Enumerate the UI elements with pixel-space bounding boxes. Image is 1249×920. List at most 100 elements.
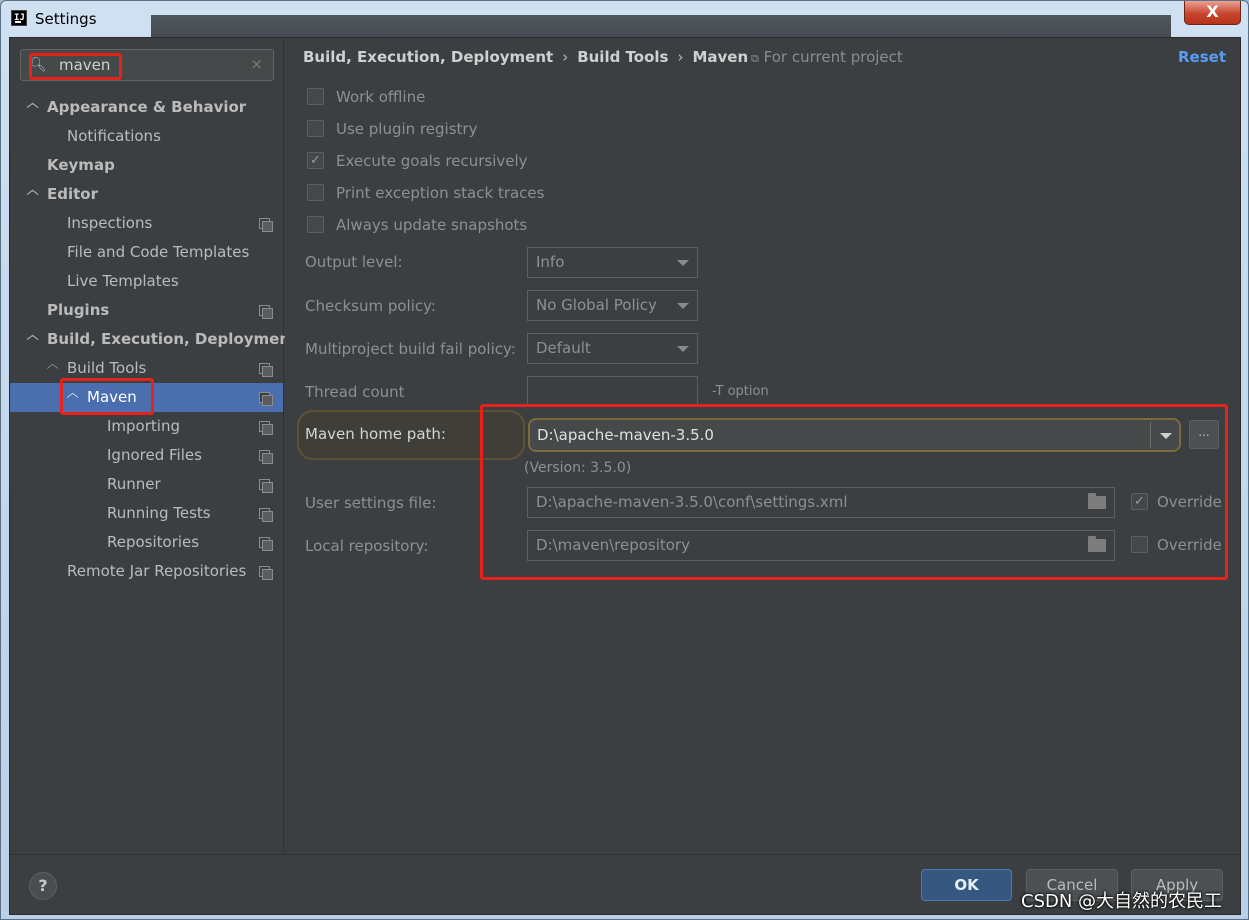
project-scope-icon [259, 392, 273, 406]
sidebar-item-label: Ignored Files [107, 446, 202, 464]
sidebar-item-keymap[interactable]: Keymap [10, 151, 283, 180]
maven-home-path-value: D:\apache-maven-3.5.0 [537, 426, 714, 444]
sidebar-item-live-templates[interactable]: Live Templates [10, 267, 283, 296]
folder-icon[interactable] [1088, 536, 1106, 552]
ok-button[interactable]: OK [921, 869, 1012, 901]
breadcrumb-separator: › [677, 48, 684, 66]
sidebar-item-running-tests[interactable]: Running Tests [10, 499, 283, 528]
sidebar-item-file-and-code-templates[interactable]: File and Code Templates [10, 238, 283, 267]
sidebar-item-build-tools[interactable]: ⌵ Build Tools [10, 354, 283, 383]
checkbox[interactable] [307, 216, 324, 233]
sidebar-item-inspections[interactable]: Inspections [10, 209, 283, 238]
user-settings-file-label: User settings file: [305, 494, 437, 512]
user-settings-file-input[interactable]: D:\apache-maven-3.5.0\conf\settings.xml [527, 487, 1115, 518]
chevron-down-icon[interactable]: ⌵ [67, 382, 79, 411]
checkbox[interactable] [307, 88, 324, 105]
sidebar-item-importing[interactable]: Importing [10, 412, 283, 441]
search-icon[interactable]: 🔍︎ [29, 57, 47, 73]
output-level-label: Output level: [305, 253, 403, 271]
maven-home-path-label: Maven home path: [305, 425, 446, 443]
project-scope-icon [259, 421, 273, 435]
checkbox-label: Work offline [336, 88, 426, 106]
sidebar-item-label: Editor [47, 185, 98, 203]
project-scope-icon [259, 363, 273, 377]
folder-icon[interactable] [1088, 493, 1106, 509]
sidebar-item-label: File and Code Templates [67, 243, 250, 261]
thread-count-hint: -T option [712, 384, 769, 399]
sidebar-item-label: Build Tools [67, 359, 147, 377]
multiproject-policy-value: Default [536, 339, 591, 357]
local-repository-label: Local repository: [305, 537, 429, 555]
chevron-down-icon [677, 260, 689, 266]
chevron-down-icon [677, 303, 689, 309]
settings-search-input[interactable]: 🔍︎ maven × [20, 49, 274, 81]
chevron-down-icon[interactable]: ⌵ [47, 353, 59, 382]
breadcrumb-item: Build Tools [577, 48, 669, 66]
local-repository-input[interactable]: D:\maven\repository [527, 530, 1115, 561]
checksum-policy-select[interactable]: No Global Policy [527, 290, 698, 321]
browse-maven-home-button[interactable]: ... [1189, 420, 1219, 449]
project-scope-icon [259, 537, 273, 551]
breadcrumb-item: Maven [692, 48, 749, 66]
thread-count-label: Thread count [305, 383, 405, 401]
thread-count-input[interactable] [527, 376, 698, 407]
output-level-value: Info [536, 253, 565, 271]
sidebar-item-ignored-files[interactable]: Ignored Files [10, 441, 283, 470]
sidebar-item-label: Repositories [107, 533, 200, 551]
combo-divider [1150, 422, 1151, 448]
sidebar-item-appearance-behavior[interactable]: ⌵ Appearance & Behavior [10, 93, 283, 122]
background-ide-menubar [151, 15, 1171, 37]
checkbox-label: Execute goals recursively [336, 152, 528, 170]
chevron-down-icon[interactable]: ⌵ [27, 324, 39, 353]
output-level-select[interactable]: Info [527, 247, 698, 278]
window-close-button[interactable]: X [1184, 1, 1241, 25]
sidebar-item-editor[interactable]: ⌵ Editor [10, 180, 283, 209]
reset-link[interactable]: Reset [1178, 48, 1226, 66]
for-current-project-label: For current project [763, 48, 903, 66]
chevron-down-icon[interactable]: ⌵ [27, 179, 39, 208]
checksum-policy-value: No Global Policy [536, 296, 657, 314]
checked-checkbox[interactable]: ✓ [307, 152, 324, 169]
override-checkbox[interactable]: ✓ [1131, 493, 1148, 510]
search-value: maven [59, 56, 111, 74]
checksum-policy-label: Checksum policy: [305, 297, 436, 315]
multiproject-policy-label: Multiproject build fail policy: [305, 340, 516, 358]
settings-sidebar: 🔍︎ maven × ⌵ Appearance & Behavior Notific… [10, 38, 298, 854]
checkbox-label: Always update snapshots [336, 216, 528, 234]
for-current-project-note: ⧉ For current project [751, 48, 903, 66]
project-scope-icon [259, 508, 273, 522]
breadcrumb: Build, Execution, Deployment › Build Tools… [303, 48, 748, 66]
maven-version-label: (Version: 3.5.0) [524, 460, 632, 476]
maven-settings-panel: Build, Execution, Deployment › Build Tools… [285, 38, 1240, 854]
sidebar-item-label: Runner [107, 475, 161, 493]
sidebar-item-runner[interactable]: Runner [10, 470, 283, 499]
project-scope-icon [259, 450, 273, 464]
sidebar-item-plugins[interactable]: Plugins [10, 296, 283, 325]
sidebar-item-repositories[interactable]: Repositories [10, 528, 283, 557]
breadcrumb-separator: › [562, 48, 569, 66]
multiproject-policy-select[interactable]: Default [527, 333, 698, 364]
sidebar-item-build-execution-deployment[interactable]: ⌵ Build, Execution, Deployment [10, 324, 298, 354]
checkbox[interactable] [307, 120, 324, 137]
csdn-watermark: CSDN @大自然的农民工 [1021, 891, 1223, 912]
sidebar-item-label: Inspections [67, 214, 153, 232]
chevron-down-icon[interactable] [1160, 433, 1172, 439]
sidebar-item-label: Notifications [67, 127, 161, 145]
settings-frame: 🔍︎ maven × ⌵ Appearance & Behavior Notific… [9, 37, 1241, 915]
sidebar-item-label: Build, Execution, Deployment [47, 330, 298, 348]
sidebar-item-remote-jar-repositories[interactable]: Remote Jar Repositories [10, 557, 283, 586]
checkbox-label: Use plugin registry [336, 120, 478, 138]
sidebar-item-maven[interactable]: ⌵ Maven [10, 383, 283, 412]
project-scope-icon [259, 479, 273, 493]
project-scope-icon: ⧉ [751, 52, 759, 65]
maven-home-path-select[interactable]: D:\apache-maven-3.5.0 [528, 418, 1181, 452]
window-title: Settings [35, 10, 97, 28]
chevron-down-icon[interactable]: ⌵ [27, 92, 39, 121]
sidebar-item-notifications[interactable]: Notifications [10, 122, 283, 151]
clear-search-icon[interactable]: × [250, 55, 263, 73]
checkbox[interactable] [307, 184, 324, 201]
breadcrumb-item: Build, Execution, Deployment [303, 48, 554, 66]
help-button[interactable]: ? [29, 872, 57, 900]
sidebar-item-label: Keymap [47, 156, 115, 174]
override-checkbox[interactable] [1131, 536, 1148, 553]
